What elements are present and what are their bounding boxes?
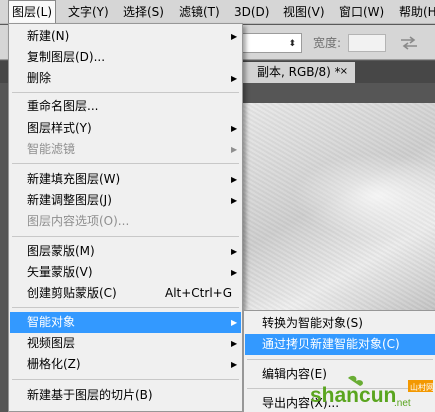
menu-item-label: 新建调整图层(J): [27, 193, 112, 207]
submenu-arrow-icon: ▶: [231, 175, 238, 184]
menu-separator: [12, 236, 239, 237]
menu-item-label: 图层样式(Y): [27, 121, 92, 135]
menu-item-delete[interactable]: 删除 ▶: [10, 68, 241, 89]
menu-item-label: 新建填充图层(W): [27, 172, 121, 186]
menu-item-label: 栅格化(Z): [27, 357, 81, 371]
menu-item-label: 视频图层: [27, 336, 76, 350]
menu-view[interactable]: 视图(V): [280, 0, 328, 24]
menu-item-label: 矢量蒙版(V): [27, 265, 93, 279]
menu-select[interactable]: 选择(S): [120, 0, 167, 24]
menu-item-label: 智能对象: [27, 315, 76, 329]
submenu-arrow-icon: ▶: [231, 318, 238, 327]
menu-item-label: 图层蒙版(M): [27, 244, 95, 258]
width-input[interactable]: [348, 34, 386, 52]
submenu-arrow-icon: ▶: [231, 74, 238, 83]
width-label: 宽度:: [313, 36, 342, 50]
submenu-arrow-icon: ▶: [231, 145, 238, 154]
menu-item-video-layers[interactable]: 视频图层 ▶: [10, 333, 241, 354]
menu-item-label: 通过拷贝新建智能对象(C): [262, 337, 400, 351]
menu-window[interactable]: 窗口(W): [336, 0, 387, 24]
menu-separator: [12, 307, 239, 308]
menu-3d[interactable]: 3D(D): [231, 0, 272, 24]
submenu-arrow-icon: ▶: [231, 360, 238, 369]
menu-item-smart-filter: 智能滤镜 ▶: [10, 139, 241, 160]
submenu-arrow-icon: ▶: [231, 32, 238, 41]
menu-item-label: 图层内容选项(O)...: [27, 214, 130, 228]
shancun-watermark-logo: shancun .net 山村网: [310, 375, 434, 409]
menu-layer[interactable]: 图层(L): [8, 0, 57, 24]
menu-filter[interactable]: 滤镜(T): [176, 0, 223, 24]
menu-type[interactable]: 文字(Y): [65, 0, 112, 24]
menu-item-rasterize[interactable]: 栅格化(Z) ▶: [10, 354, 241, 375]
menu-item-label: 删除: [27, 71, 52, 85]
menu-item-smart-object[interactable]: 智能对象 ▶: [10, 312, 241, 333]
submenu-arrow-icon: ▶: [231, 247, 238, 256]
menu-item-new-layer-based-slice[interactable]: 新建基于图层的切片(B): [10, 385, 241, 406]
menu-item-label: 新建基于图层的切片(B): [27, 388, 153, 402]
menu-item-new-adjustment-layer[interactable]: 新建调整图层(J) ▶: [10, 190, 241, 211]
menu-item-layer-style[interactable]: 图层样式(Y) ▶: [10, 118, 241, 139]
menu-separator: [12, 92, 239, 93]
menu-item-label: 复制图层(D)...: [27, 50, 106, 64]
document-tab[interactable]: 副本, RGB/8) * ×: [243, 62, 355, 83]
watermark-badge: 山村网: [410, 382, 434, 392]
layer-menu-dropdown: 新建(N) ▶ 复制图层(D)... 删除 ▶ 重命名图层... 图层样式(Y)…: [8, 23, 243, 412]
menu-item-label: 重命名图层...: [27, 99, 99, 113]
submenu-arrow-icon: ▶: [231, 196, 238, 205]
menu-item-create-clipping-mask[interactable]: 创建剪贴蒙版(C) Alt+Ctrl+G: [10, 283, 241, 304]
submenu-item-new-smart-object-via-copy[interactable]: 通过拷贝新建智能对象(C): [245, 334, 435, 355]
menu-shortcut: Alt+Ctrl+G: [165, 286, 233, 300]
menu-item-label: 智能滤镜: [27, 142, 76, 156]
menu-item-label: 新建(N): [27, 29, 70, 43]
submenu-arrow-icon: ▶: [231, 268, 238, 277]
menu-item-label: 创建剪贴蒙版(C): [27, 286, 117, 300]
menu-item-new-fill-layer[interactable]: 新建填充图层(W) ▶: [10, 169, 241, 190]
document-tab-title: 副本, RGB/8) *: [257, 65, 341, 79]
menu-item-label: 转换为智能对象(S): [262, 316, 363, 330]
menu-help[interactable]: 帮助(H): [396, 0, 435, 24]
menu-separator: [12, 379, 239, 380]
menu-item-vector-mask[interactable]: 矢量蒙版(V) ▶: [10, 262, 241, 283]
chevron-updown-icon: ⬍: [288, 39, 296, 49]
menu-separator: [12, 163, 239, 164]
submenu-item-convert-to-smart-object[interactable]: 转换为智能对象(S): [245, 313, 435, 334]
menu-item-rename-layer[interactable]: 重命名图层...: [10, 96, 241, 117]
close-icon[interactable]: ×: [340, 62, 348, 82]
menu-bar: 图层(L) 文字(Y) 选择(S) 滤镜(T) 3D(D) 视图(V) 窗口(W…: [0, 0, 435, 24]
submenu-arrow-icon: ▶: [231, 339, 238, 348]
watermark-suffix: .net: [394, 398, 411, 409]
submenu-arrow-icon: ▶: [231, 124, 238, 133]
menu-item-new[interactable]: 新建(N) ▶: [10, 26, 241, 47]
menu-item-duplicate-layer[interactable]: 复制图层(D)...: [10, 47, 241, 68]
menu-item-layer-mask[interactable]: 图层蒙版(M) ▶: [10, 241, 241, 262]
swap-arrows-icon[interactable]: [398, 35, 420, 51]
menu-item-layer-content-options: 图层内容选项(O)...: [10, 211, 241, 232]
watermark-text: shancun: [310, 384, 396, 407]
menu-separator: [247, 359, 433, 360]
